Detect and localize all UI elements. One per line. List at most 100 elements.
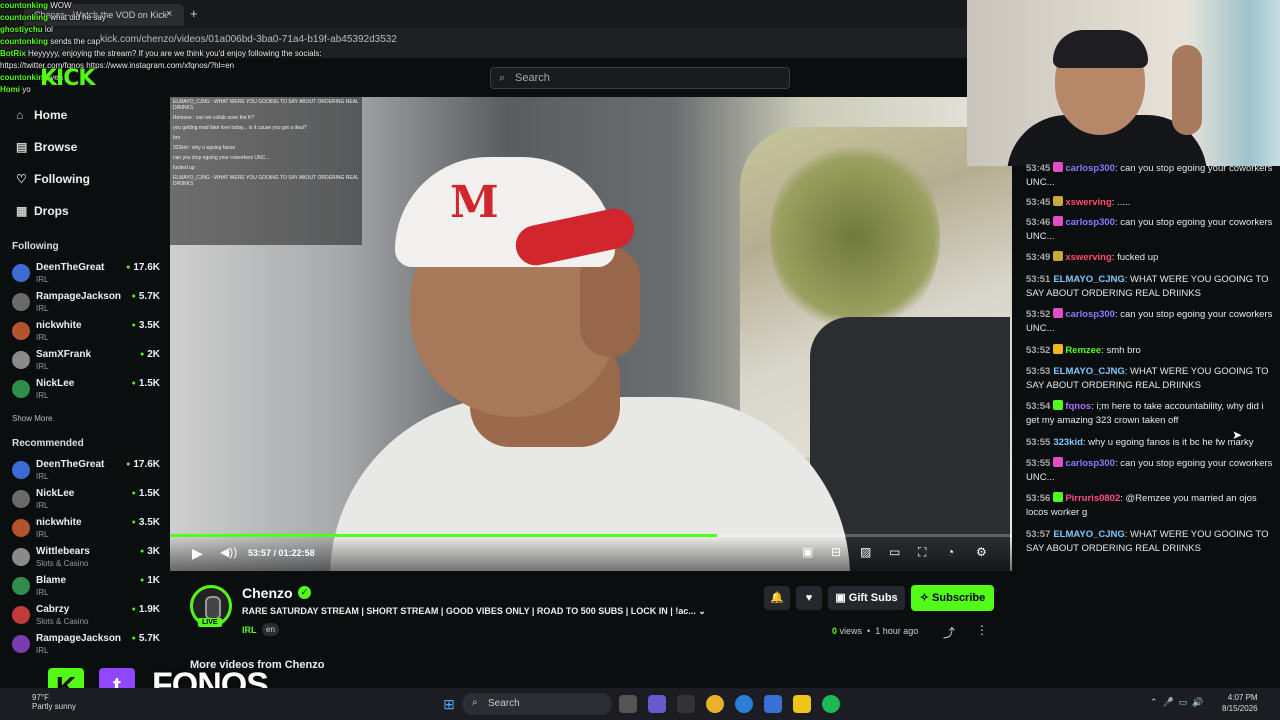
avatar	[12, 351, 30, 369]
tray-icons[interactable]: ⌃ 🎤 ▭ 🔊	[1150, 697, 1203, 708]
spotify-icon[interactable]	[822, 695, 840, 713]
chat-message: 53:55 carlosp300: can you stop egoing you…	[1026, 457, 1273, 483]
following-channel[interactable]: SamXFrank IRL 2K	[12, 349, 162, 377]
chat-text: fucked up	[1117, 252, 1159, 263]
chat-username[interactable]: fqnos	[1065, 401, 1091, 412]
chevron-down-icon[interactable]: ⌄	[698, 606, 706, 616]
following-channel[interactable]: DeenTheGreat IRL 17.6K	[12, 262, 162, 290]
chat-username[interactable]: ELMAYO_CJNG	[1053, 366, 1124, 377]
recommended-channel[interactable]: nickwhite IRL 3.5K	[12, 517, 162, 545]
folder-icon[interactable]	[793, 695, 811, 713]
following-channel[interactable]: nickwhite IRL 3.5K	[12, 320, 162, 348]
webcam-person-hat	[1053, 30, 1148, 68]
recommended-channel[interactable]: Cabrzy Slots & Casino 1.9K	[12, 604, 162, 632]
timecode: 53:57 / 01:22:58	[248, 548, 315, 558]
channel-name[interactable]: Chenzo	[242, 585, 293, 601]
chat-username[interactable]: carlosp300	[1065, 163, 1115, 174]
avatar	[12, 293, 30, 311]
views-info: 0 views • 1 hour ago	[832, 626, 919, 636]
viewer-count: 5.7K	[132, 291, 160, 302]
chat-timestamp: 53:55	[1026, 458, 1051, 469]
chat-message: 53:45 xswerving: .....	[1026, 196, 1131, 208]
following-channel[interactable]: RampageJackson IRL 5.7K	[12, 291, 162, 319]
chat-message: 53:57 ELMAYO_CJNG: WHAT WERE YOU GOOING T…	[1026, 529, 1269, 554]
task-view-icon[interactable]	[619, 695, 637, 713]
store-icon[interactable]	[764, 695, 782, 713]
taskbar-clock[interactable]: 4:07 PM 8/15/2026	[1222, 692, 1258, 714]
webcam-person-arm	[1172, 45, 1202, 135]
overlay-chat-line: bro	[173, 135, 181, 141]
recommended-channel[interactable]: RampageJackson IRL 5.7K	[12, 633, 162, 661]
nav-following[interactable]: ♡ Following	[16, 172, 90, 186]
chat-panel: 53:45 carlosp300: can you stop egoing you…	[1013, 162, 1280, 688]
search-placeholder: Search	[515, 72, 550, 84]
recommended-channel[interactable]: Wittlebears Slots & Casino 3K	[12, 546, 162, 574]
channel-name: Wittlebears	[36, 546, 90, 557]
chat-text: .....	[1117, 197, 1131, 208]
overlay-text: sends the cap	[50, 37, 101, 46]
taskbar-search[interactable]: ⌕ Search	[462, 693, 612, 715]
weather-temp: 97°F	[32, 693, 49, 702]
kick-logo[interactable]: KICK	[40, 66, 95, 91]
video-player[interactable]: M ELMAYO_CJNG : WHAT WERE YOU GOOING TO …	[170, 97, 1012, 571]
sidebar: ⌂ Home ▤ Browse ♡ Following ▦ Drops Followin…	[0, 98, 170, 688]
chat-username[interactable]: 323kid	[1053, 437, 1083, 448]
search-input[interactable]: ⌕ Search	[490, 67, 790, 89]
notification-button[interactable]: 🔔	[764, 586, 790, 610]
chat-username[interactable]: Pirruris0802	[1065, 493, 1120, 504]
theater-icon[interactable]: ▨	[860, 545, 871, 559]
show-more-link[interactable]: Show More	[12, 414, 52, 423]
recommended-channel[interactable]: DeenTheGreat IRL 17.6K	[12, 459, 162, 487]
recommended-channel[interactable]: NickLee IRL 1.5K	[12, 488, 162, 516]
fullscreen-icon[interactable]: ⛶	[918, 545, 926, 560]
gift-subs-button[interactable]: ▣ Gift Subs	[828, 586, 905, 610]
nav-browse[interactable]: ▤ Browse	[16, 140, 77, 154]
overlay-chat-line: ELMAYO_CJNG : WHAT WERE YOU GOOING TO SA…	[173, 175, 359, 187]
overlay-chat-line: fucked up	[173, 165, 195, 171]
more-options-icon[interactable]: ⋮	[976, 623, 988, 637]
edge-icon[interactable]	[735, 695, 753, 713]
pip-icon[interactable]: ▣	[802, 545, 813, 559]
share-icon[interactable]: ⤴	[943, 624, 955, 641]
weather-widget[interactable]: 97°F Partly sunny	[32, 693, 76, 711]
chat-username[interactable]: xswerving	[1065, 252, 1111, 263]
avatar	[12, 380, 30, 398]
speed-icon[interactable]: ◔	[947, 545, 954, 559]
top-chat-overlay: countonking WOW countonking what did he s…	[0, 0, 330, 112]
channel-name: Blame	[36, 575, 67, 586]
discord-icon[interactable]	[648, 695, 666, 713]
overlay-text: WOW	[50, 1, 72, 10]
recommended-channel[interactable]: Blame IRL 1K	[12, 575, 162, 603]
chat-timestamp: 53:53	[1026, 366, 1051, 377]
settings-icon[interactable]: ⚙	[976, 545, 987, 559]
gift-subs-label: Gift Subs	[848, 592, 898, 604]
avatar	[12, 606, 30, 624]
captions-icon[interactable]: ▭	[889, 545, 900, 559]
following-channel[interactable]: NickLee IRL 1.5K	[12, 378, 162, 406]
subscribe-button[interactable]: ✧ Subscribe	[911, 585, 994, 611]
follow-button[interactable]: ♥	[796, 586, 822, 610]
app-icon[interactable]	[677, 695, 695, 713]
play-icon[interactable]: ▶	[192, 545, 203, 562]
nav-browse-label: Browse	[34, 140, 78, 154]
chat-username[interactable]: xswerving	[1065, 197, 1111, 208]
overlay-chat-line: countonking sends the cap	[0, 36, 330, 48]
chat-message: 53:49 xswerving: fucked up	[1026, 251, 1159, 263]
category-link[interactable]: IRL	[242, 625, 257, 635]
current-time: 53:57	[248, 548, 272, 558]
avatar	[12, 635, 30, 653]
nav-drops[interactable]: ▦ Drops	[16, 204, 69, 218]
channel-category: IRL	[36, 333, 49, 342]
chat-username[interactable]: ELMAYO_CJNG	[1053, 529, 1124, 540]
chat-username[interactable]: carlosp300	[1065, 309, 1115, 320]
windows-start-icon[interactable]: ⊞	[440, 695, 458, 713]
overlay-chat-line: countonking WOW	[0, 0, 330, 12]
chat-message: 53:53 ELMAYO_CJNG: WHAT WERE YOU GOOING T…	[1026, 366, 1269, 391]
chat-username[interactable]: carlosp300	[1065, 217, 1115, 228]
chrome-icon[interactable]	[706, 695, 724, 713]
volume-icon[interactable]: ◀))	[220, 545, 237, 559]
chat-username[interactable]: Remzee	[1065, 345, 1101, 356]
chat-username[interactable]: ELMAYO_CJNG	[1053, 274, 1124, 285]
chat-username[interactable]: carlosp300	[1065, 458, 1115, 469]
clip-icon[interactable]: ⊟	[831, 545, 841, 559]
